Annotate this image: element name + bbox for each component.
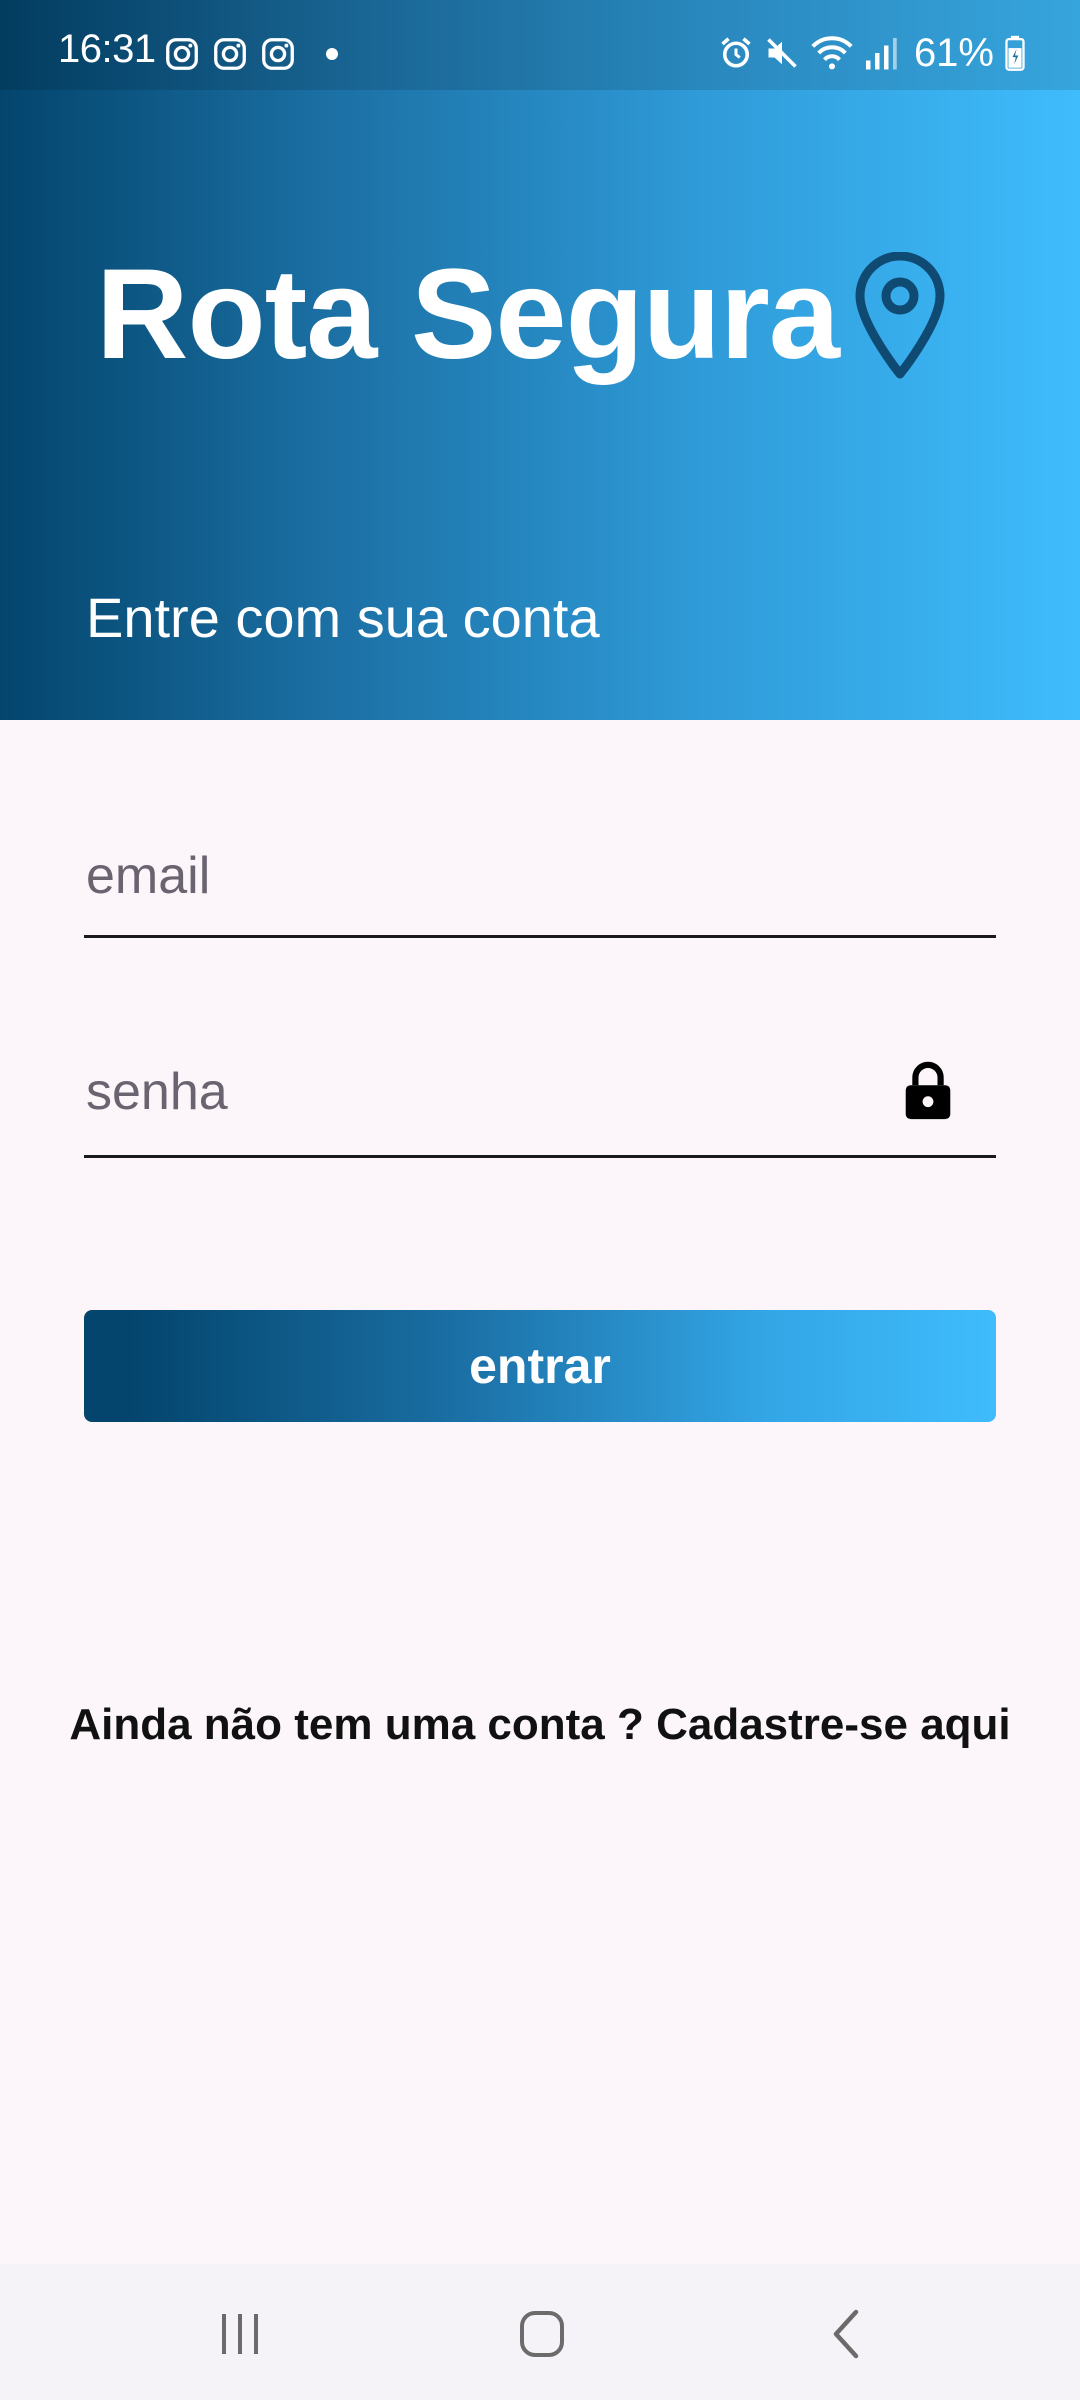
signup-link[interactable]: Ainda não tem uma conta ? Cadastre-se aq… [0, 1696, 1080, 1754]
password-field [84, 1052, 996, 1158]
login-screen: 16:31 61% Rota Segura Entre com sua cont… [0, 0, 1080, 2400]
signal-icon [865, 38, 897, 70]
status-bar: 16:31 61% [0, 0, 1080, 90]
battery-percentage: 61% [913, 31, 994, 75]
battery-icon [1005, 35, 1025, 71]
email-field [84, 836, 996, 938]
status-notification-icons [164, 34, 338, 74]
mute-icon [767, 38, 797, 68]
alarm-icon [721, 37, 751, 68]
status-system-icons: 61% [718, 30, 1026, 76]
app-title: Rota Segura [96, 243, 840, 386]
login-subtitle: Entre com sua conta [86, 586, 600, 649]
instagram-icon [166, 38, 198, 70]
navigation-bar [0, 2264, 1080, 2400]
instagram-icon [214, 38, 246, 70]
back-icon[interactable] [806, 2304, 886, 2364]
instagram-icon [262, 38, 294, 70]
status-time: 16:31 [58, 27, 156, 71]
home-icon[interactable] [502, 2304, 582, 2364]
lock-icon[interactable] [902, 1060, 954, 1122]
notification-dot [326, 48, 338, 60]
login-button[interactable]: entrar [84, 1310, 996, 1422]
location-pin-icon [855, 252, 945, 379]
recent-apps-icon[interactable] [200, 2304, 280, 2364]
header-banner: 16:31 61% Rota Segura Entre com sua cont… [0, 0, 1080, 720]
wifi-icon [811, 36, 853, 70]
password-input[interactable] [84, 1052, 884, 1132]
email-input[interactable] [84, 836, 996, 916]
